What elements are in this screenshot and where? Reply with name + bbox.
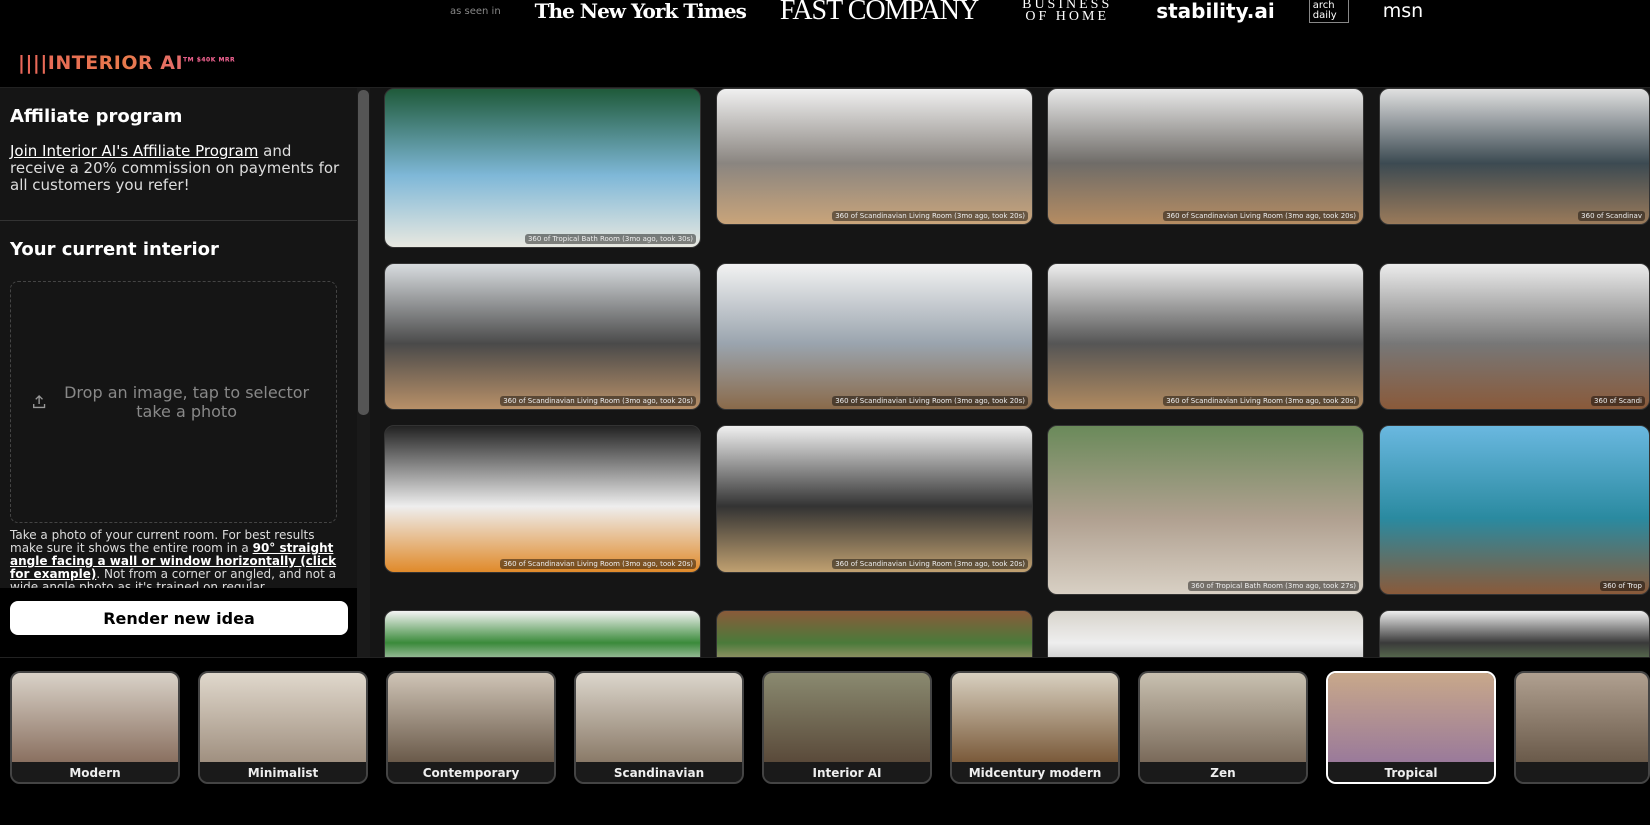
style-thumbnail	[952, 673, 1118, 762]
divider	[0, 220, 357, 221]
gallery-caption: 360 of Scandinavian Living Room (3mo ago…	[832, 211, 1028, 221]
style-thumbnail	[764, 673, 930, 762]
gallery: 360 of Tropical Bath Room (3mo ago, took…	[370, 88, 1650, 657]
gallery-item[interactable]: 360 of Scandinavian Living Room (3mo ago…	[384, 425, 701, 573]
top-header: as seen in The New York Times FAST COMPA…	[0, 0, 1650, 88]
style-thumbnail	[388, 673, 554, 762]
style-option[interactable]	[1514, 671, 1650, 784]
gallery-item[interactable]: 360 of Scandinavian Living Room (3mo ago…	[716, 425, 1033, 573]
render-new-idea-button[interactable]: Render new idea	[10, 601, 348, 635]
gallery-item[interactable]: 360 of Tropical Bath Room (3mo ago, took…	[384, 88, 701, 248]
style-thumbnail	[200, 673, 366, 762]
photo-help-text: Take a photo of your current room. For b…	[10, 529, 340, 594]
gallery-caption: 360 of Tropical Bath Room (3mo ago, took…	[1187, 581, 1359, 591]
style-label: Scandinavian	[576, 762, 742, 782]
gallery-item[interactable]	[1379, 610, 1650, 657]
gallery-caption: 360 of Trop	[1599, 581, 1645, 591]
as-seen-in-label: as seen in	[450, 5, 501, 17]
gallery-caption: 360 of Scandinavian Living Room (3mo ago…	[1163, 211, 1359, 221]
style-option[interactable]: Tropical	[1326, 671, 1496, 784]
affiliate-title: Affiliate program	[10, 106, 183, 127]
msn-logo: msn	[1382, 0, 1424, 22]
archdaily-logo: arch daily	[1308, 0, 1349, 23]
gallery-item[interactable]: 360 of Scandinavian Living Room (3mo ago…	[716, 263, 1033, 410]
gallery-item[interactable]: 360 of Scandinavian Living Room (3mo ago…	[716, 88, 1033, 225]
logo-badge: TM $40K MRR	[183, 56, 236, 64]
interior-ai-logo[interactable]: ||||INTERIOR AITM $40K MRR	[18, 52, 235, 74]
style-label	[1516, 762, 1648, 782]
style-label: Minimalist	[200, 762, 366, 782]
style-thumbnail	[1516, 673, 1648, 762]
gallery-caption: 360 of Scandinavian Living Room (3mo ago…	[1163, 396, 1359, 406]
gallery-item[interactable]: 360 of Tropical Bath Room (3mo ago, took…	[1047, 425, 1364, 595]
gallery-caption: 360 of Tropical Bath Room (3mo ago, took…	[524, 234, 696, 244]
gallery-item[interactable]	[1047, 610, 1364, 657]
style-thumbnail	[1328, 673, 1494, 762]
style-option[interactable]: Contemporary	[386, 671, 556, 784]
gallery-item[interactable]: 360 of Scandinav	[1379, 88, 1650, 225]
gallery-item[interactable]	[384, 610, 701, 657]
stability-logo: stability.ai	[1156, 0, 1275, 23]
dropzone-text: Drop an image, tap to selector take a ph…	[64, 383, 310, 421]
style-option[interactable]: Interior AI	[762, 671, 932, 784]
gallery-caption: 360 of Scandinavian Living Room (3mo ago…	[832, 559, 1028, 569]
style-option[interactable]: Midcentury modern	[950, 671, 1120, 784]
style-thumbnail	[576, 673, 742, 762]
sidebar: Affiliate program Join Interior AI's Aff…	[0, 88, 357, 594]
nyt-logo: The New York Times	[534, 0, 747, 23]
gallery-item[interactable]: 360 of Scandinavian Living Room (3mo ago…	[1047, 263, 1364, 410]
gallery-item[interactable]: 360 of Scandinavian Living Room (3mo ago…	[1047, 88, 1364, 225]
gallery-caption: 360 of Scandinavian Living Room (3mo ago…	[832, 396, 1028, 406]
style-label: Interior AI	[764, 762, 930, 782]
image-dropzone[interactable]: Drop an image, tap to selector take a ph…	[10, 281, 337, 523]
gallery-item[interactable]	[716, 610, 1033, 657]
gallery-caption: 360 of Scandinavian Living Room (3mo ago…	[500, 559, 696, 569]
gallery-item[interactable]: 360 of Trop	[1379, 425, 1650, 595]
upload-icon	[33, 394, 46, 409]
logo-text: ||||INTERIOR AI	[18, 52, 184, 74]
style-picker: Modern Minimalist Contemporary Scandinavian…	[0, 657, 1650, 825]
current-interior-title: Your current interior	[10, 239, 219, 260]
style-thumbnail	[1140, 673, 1306, 762]
affiliate-text: Join Interior AI's Affiliate Program and…	[10, 143, 347, 194]
sidebar-scrollbar-thumb[interactable]	[358, 90, 369, 415]
style-option[interactable]: Zen	[1138, 671, 1308, 784]
gallery-item[interactable]: 360 of Scandi	[1379, 263, 1650, 410]
press-logos: as seen in The New York Times FAST COMPA…	[450, 0, 1424, 26]
gallery-caption: 360 of Scandinavian Living Room (3mo ago…	[500, 396, 696, 406]
affiliate-link[interactable]: Join Interior AI's Affiliate Program	[10, 142, 258, 160]
fast-company-logo: FAST COMPANY	[779, 0, 979, 26]
style-label: Midcentury modern	[952, 762, 1118, 782]
style-option[interactable]: Modern	[10, 671, 180, 784]
gallery-item[interactable]: 360 of Scandinavian Living Room (3mo ago…	[384, 263, 701, 410]
style-thumbnail	[12, 673, 178, 762]
style-label: Zen	[1140, 762, 1306, 782]
gallery-caption: 360 of Scandi	[1591, 396, 1645, 406]
gallery-caption: 360 of Scandinav	[1578, 211, 1645, 221]
style-label: Tropical	[1328, 762, 1494, 782]
style-label: Contemporary	[388, 762, 554, 782]
style-label: Modern	[12, 762, 178, 782]
style-option[interactable]: Minimalist	[198, 671, 368, 784]
business-of-home-logo: BUSINESS OF HOME	[1022, 0, 1113, 24]
style-option[interactable]: Scandinavian	[574, 671, 744, 784]
